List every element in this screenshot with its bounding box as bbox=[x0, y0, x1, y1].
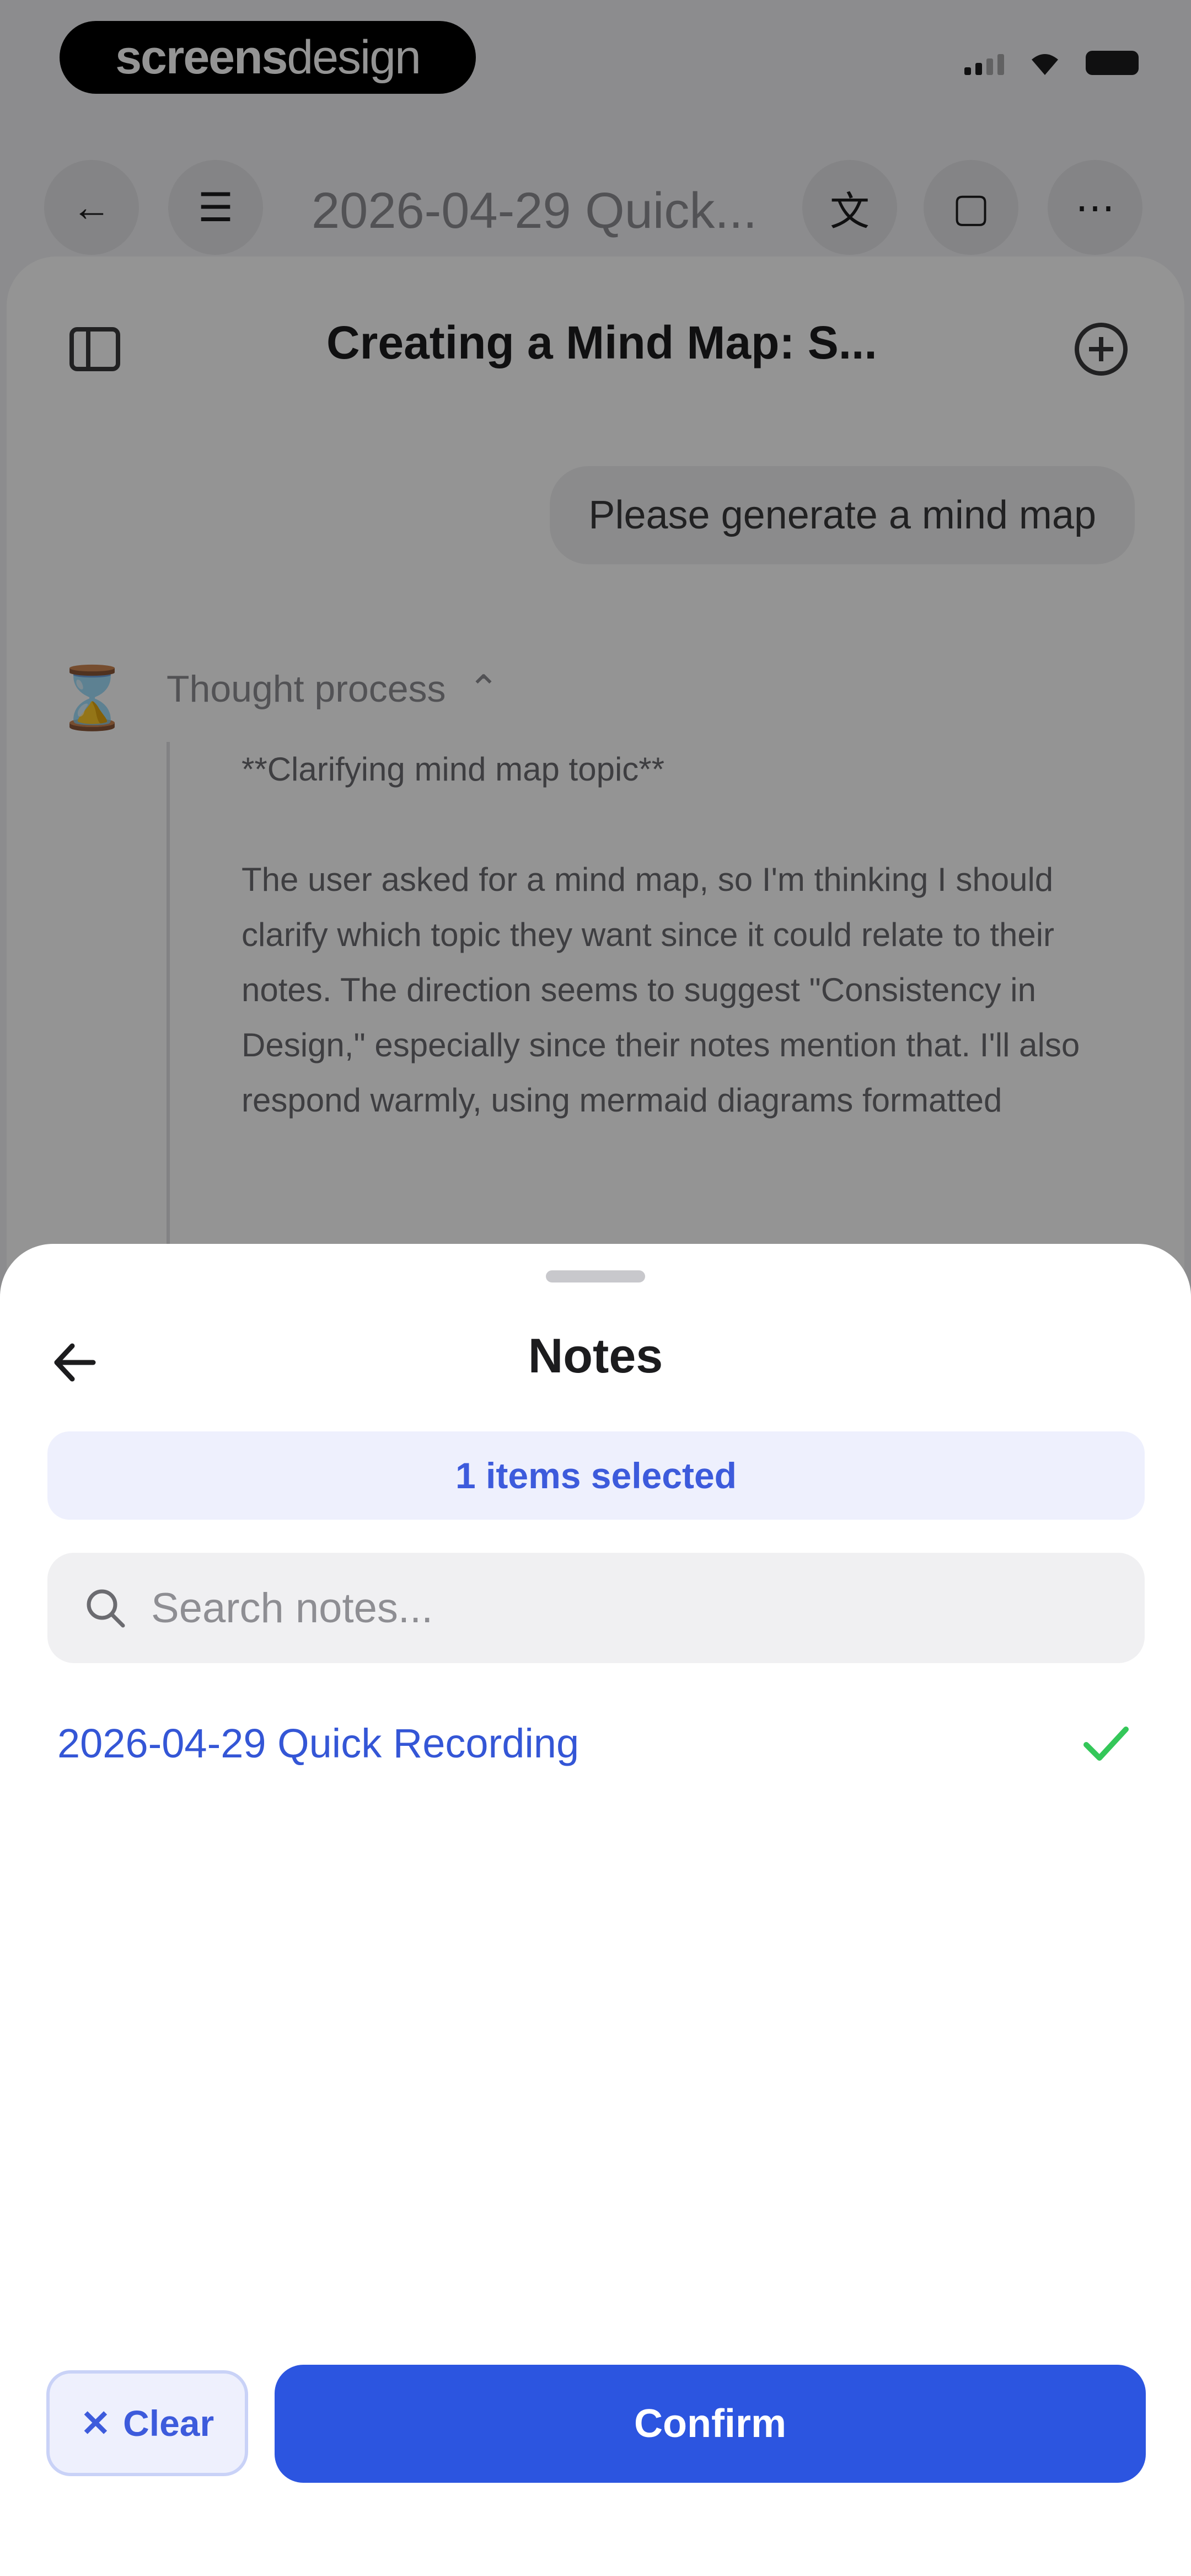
checkmark-icon bbox=[1079, 1715, 1134, 1771]
search-input[interactable] bbox=[150, 1583, 1090, 1633]
selected-count-banner: 1 items selected bbox=[47, 1431, 1145, 1520]
sheet-grabber[interactable] bbox=[546, 1270, 645, 1282]
confirm-button[interactable]: Confirm bbox=[275, 2365, 1146, 2483]
clear-button-label: Clear bbox=[123, 2403, 214, 2444]
search-bar[interactable] bbox=[47, 1553, 1145, 1663]
clear-button[interactable]: ✕ Clear bbox=[46, 2370, 248, 2476]
list-item[interactable]: 2026-04-29 Quick Recording bbox=[47, 1696, 1145, 1790]
note-title: 2026-04-29 Quick Recording bbox=[57, 1720, 580, 1766]
sheet-title: Notes bbox=[528, 1328, 663, 1383]
close-icon: ✕ bbox=[80, 2402, 111, 2444]
notes-bottom-sheet: Notes 1 items selected 2026-04-29 Quick … bbox=[0, 1244, 1191, 2576]
search-icon bbox=[81, 1583, 130, 1633]
